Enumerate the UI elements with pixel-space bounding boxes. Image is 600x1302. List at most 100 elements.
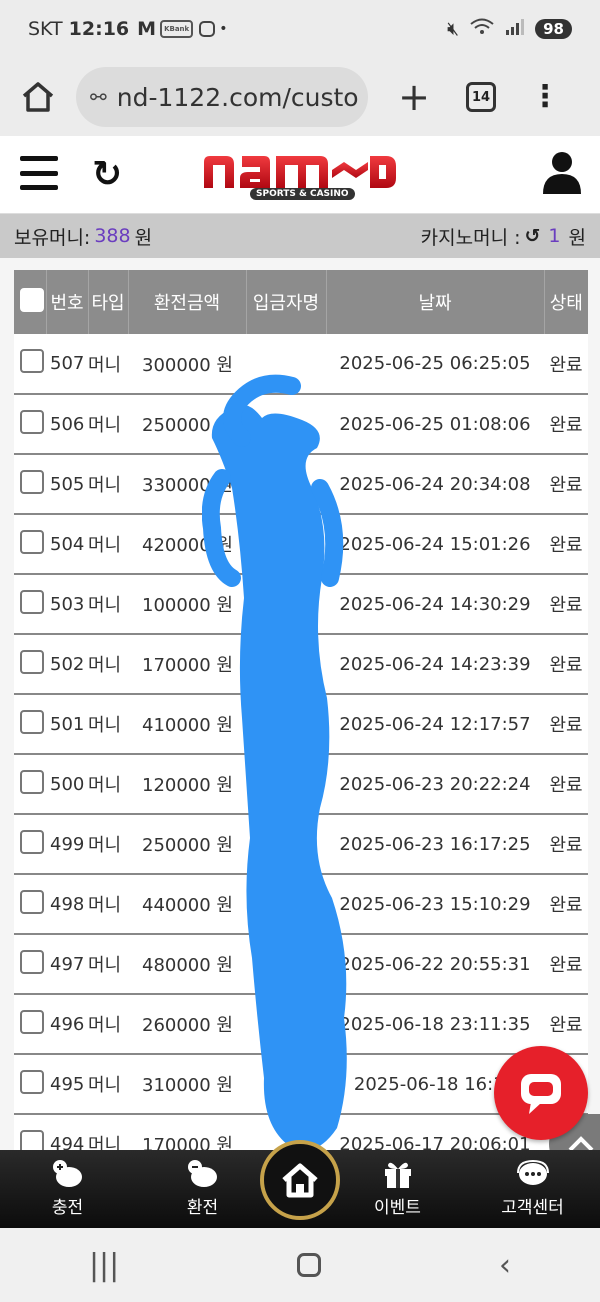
row-amount: 250000 원: [142, 835, 233, 856]
table-row: 501 머니 410000 원 2025-06-24 12:17:57 완료: [14, 694, 588, 754]
row-checkbox[interactable]: [20, 649, 44, 674]
row-date: 2025-06-24 15:01:26: [339, 533, 531, 555]
row-checkbox[interactable]: [20, 349, 44, 373]
row-depositor: [246, 394, 326, 454]
browser-home-icon[interactable]: [14, 73, 62, 121]
row-status: 완료: [549, 715, 583, 736]
android-home-icon[interactable]: [297, 1253, 322, 1277]
header-status: 상태: [549, 293, 583, 314]
chat-bubble-icon: [521, 1074, 561, 1114]
exchange-history: 번호 타입 환전금액 입금자명 날짜 상태 507 머니 300000 원 2025-…: [0, 258, 600, 1150]
casino-money-value: 1: [548, 225, 561, 247]
battery-indicator: 98: [535, 19, 572, 39]
row-number: 506: [50, 413, 85, 435]
user-profile-icon[interactable]: [540, 150, 584, 196]
casino-refresh-icon[interactable]: ↺: [525, 225, 541, 247]
row-checkbox[interactable]: [20, 769, 44, 794]
row-status: 완료: [549, 415, 583, 436]
row-depositor: [246, 1054, 326, 1114]
row-date: 2025-06-24 14:30:29: [339, 593, 531, 615]
row-type: 머니: [88, 475, 122, 496]
row-depositor: [246, 334, 326, 394]
row-type: 머니: [88, 595, 122, 616]
row-checkbox[interactable]: [20, 409, 44, 434]
header-type: 타입: [88, 270, 129, 334]
exchange-table: 번호 타입 환전금액 입금자명 날짜 상태 507 머니 300000 원 2025-…: [14, 270, 588, 1150]
row-type: 머니: [88, 715, 122, 736]
status-bar: SKT 12:16 M KBank • 🔇︎ 98: [0, 0, 600, 58]
back-icon[interactable]: ‹: [499, 1248, 511, 1283]
site-header: ↻ SPORTS & CASINO: [0, 136, 600, 214]
row-checkbox[interactable]: [20, 829, 44, 854]
piggy-minus-icon: [186, 1159, 220, 1189]
refresh-icon[interactable]: ↻: [92, 154, 122, 195]
row-amount: 170000 원: [142, 655, 233, 676]
logo-tagline: SPORTS & CASINO: [250, 188, 355, 200]
nav-exchange[interactable]: 환전: [135, 1150, 270, 1228]
row-checkbox[interactable]: [20, 589, 44, 614]
row-date: 2025-06-18 23:11:35: [339, 1013, 531, 1035]
row-type: 머니: [88, 354, 122, 376]
wifi-icon: [469, 18, 495, 41]
row-depositor: [246, 814, 326, 874]
mute-icon: 🔇︎: [447, 18, 460, 40]
row-status: 완료: [549, 895, 583, 916]
browser-menu-icon[interactable]: ⋮: [530, 82, 560, 112]
row-type: 머니: [88, 835, 122, 856]
row-type: 머니: [88, 775, 122, 796]
site-settings-icon[interactable]: ⚯: [90, 85, 107, 109]
tab-switcher-button[interactable]: 14: [466, 82, 496, 112]
row-status: 완료: [549, 955, 583, 976]
row-checkbox[interactable]: [20, 1009, 44, 1034]
row-checkbox[interactable]: [20, 529, 44, 554]
live-chat-button[interactable]: [494, 1046, 588, 1140]
gift-icon: [382, 1159, 414, 1189]
headset-chat-icon: [516, 1159, 550, 1189]
site-logo[interactable]: SPORTS & CASINO: [200, 148, 400, 204]
row-checkbox[interactable]: [20, 949, 44, 974]
nav-charge[interactable]: 충전: [0, 1150, 135, 1228]
row-checkbox[interactable]: [20, 1129, 44, 1150]
money-label: 보유머니:: [14, 226, 91, 249]
gmail-icon: M: [137, 18, 157, 40]
header-depositor: 입금자명: [246, 270, 327, 334]
table-row: 507 머니 300000 원 2025-06-25 06:25:05 완료: [14, 334, 588, 394]
row-checkbox[interactable]: [20, 709, 44, 734]
menu-icon[interactable]: [20, 156, 58, 190]
row-number: 495: [50, 1073, 85, 1095]
row-depositor: [246, 754, 326, 814]
table-body: 507 머니 300000 원 2025-06-25 06:25:05 완료 506 머니 2…: [14, 334, 588, 1150]
signal-icon: [505, 18, 525, 40]
table-row: 498 머니 440000 원 2025-06-23 15:10:29 완료: [14, 874, 588, 934]
row-number: 503: [50, 593, 85, 615]
row-amount: 250000 원: [142, 415, 233, 436]
row-type: 머니: [88, 1135, 122, 1150]
row-date: 2025-06-25 01:08:06: [339, 413, 531, 435]
row-amount: 410000 원: [142, 715, 233, 736]
row-amount: 480000 원: [142, 955, 233, 976]
row-number: 504: [50, 533, 85, 555]
row-depositor: [246, 934, 326, 994]
row-number: 494: [50, 1133, 85, 1151]
table-row: 499 머니 250000 원 2025-06-23 16:17:25 완료: [14, 814, 588, 874]
row-date: 2025-06-25 06:25:05: [339, 353, 531, 374]
row-checkbox[interactable]: [20, 1069, 44, 1094]
row-number: 499: [50, 833, 85, 855]
row-checkbox[interactable]: [20, 469, 44, 494]
nav-support-label: 고객센터: [501, 1198, 564, 1218]
home-button[interactable]: [260, 1140, 340, 1220]
home-icon: [282, 1163, 318, 1198]
clock: 12:16: [68, 18, 130, 40]
table-row: 506 머니 250000 원 2025-06-25 01:08:06 완료: [14, 394, 588, 454]
new-tab-icon[interactable]: +: [394, 75, 434, 119]
address-bar[interactable]: ⚯ nd-1122.com/custo: [76, 67, 368, 127]
recent-apps-icon[interactable]: |||: [89, 1248, 119, 1283]
row-amount: 120000 원: [142, 775, 233, 796]
row-checkbox[interactable]: [20, 889, 44, 914]
nav-charge-label: 충전: [51, 1198, 84, 1218]
casino-money-label: 카지노머니 :: [420, 226, 521, 249]
select-all-checkbox[interactable]: [19, 287, 44, 312]
nav-support[interactable]: 고객센터: [465, 1150, 600, 1228]
table-row: 500 머니 120000 원 2025-06-23 20:22:24 완료: [14, 754, 588, 814]
nav-event[interactable]: 이벤트: [330, 1150, 465, 1228]
